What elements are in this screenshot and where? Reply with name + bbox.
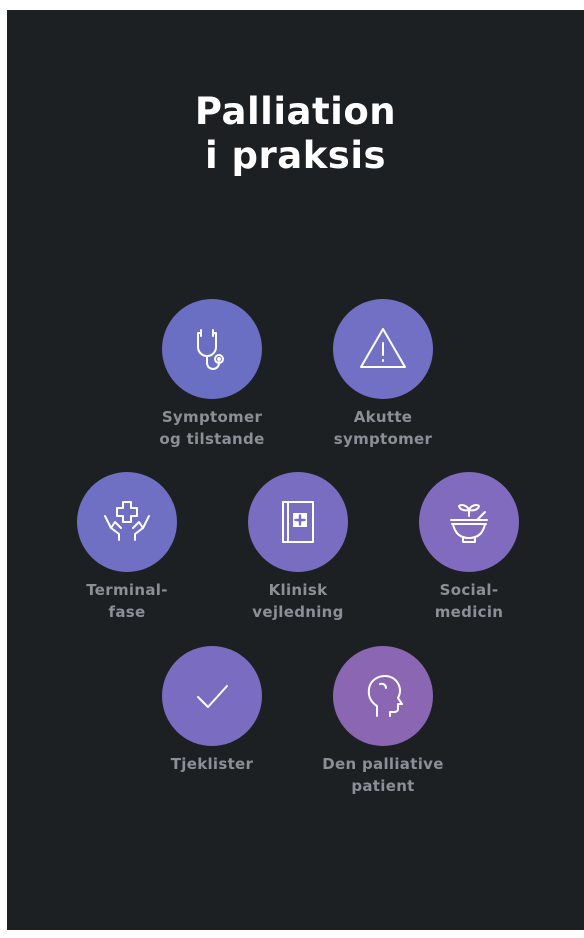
head-profile-icon — [367, 675, 403, 717]
page-title: Palliation i praksis — [7, 90, 584, 178]
menu-item-klinisk-vejledning[interactable]: Klinisk vejledning — [203, 472, 393, 623]
menu-item-label: Akutte symptomer — [333, 408, 433, 448]
bowl-sprout-icon — [450, 504, 488, 543]
menu-item-symptomer[interactable]: Symptomer og tilstande — [117, 299, 307, 450]
app-screen: Palliation i praksis Symptomer og tilsta… — [7, 10, 584, 930]
menu-item-akutte[interactable]: Akutte symptomer — [288, 299, 478, 450]
menu-item-den-palliative-patient[interactable]: Den palliative patient — [288, 646, 478, 797]
menu-item-circle[interactable] — [77, 472, 177, 572]
menu-item-circle[interactable] — [333, 299, 433, 399]
menu-item-label: Social- medicin — [434, 581, 504, 621]
menu-item-circle[interactable] — [248, 472, 348, 572]
title-line-1: Palliation — [194, 90, 397, 133]
menu-item-circle[interactable] — [162, 299, 262, 399]
menu-item-label: Den palliative patient — [322, 755, 444, 795]
checkmark-icon — [197, 685, 228, 708]
warning-triangle-icon — [360, 328, 406, 368]
menu-item-label: Tjeklister — [170, 755, 254, 773]
menu-item-label: Klinisk vejledning — [252, 581, 344, 621]
menu-item-circle[interactable] — [333, 646, 433, 746]
stethoscope-icon — [197, 329, 224, 370]
menu-item-circle[interactable] — [419, 472, 519, 572]
menu-item-circle[interactable] — [162, 646, 262, 746]
hands-cross-icon — [104, 501, 150, 541]
menu-item-label: Symptomer og tilstande — [159, 408, 265, 448]
medical-book-icon — [282, 501, 314, 543]
menu-item-label: Terminal- fase — [86, 581, 168, 621]
menu-item-socialmedicin[interactable]: Social- medicin — [374, 472, 564, 623]
menu-item-terminalfase[interactable]: Terminal- fase — [32, 472, 222, 623]
menu-item-tjeklister[interactable]: Tjeklister — [117, 646, 307, 775]
title-line-2: i praksis — [204, 134, 387, 177]
